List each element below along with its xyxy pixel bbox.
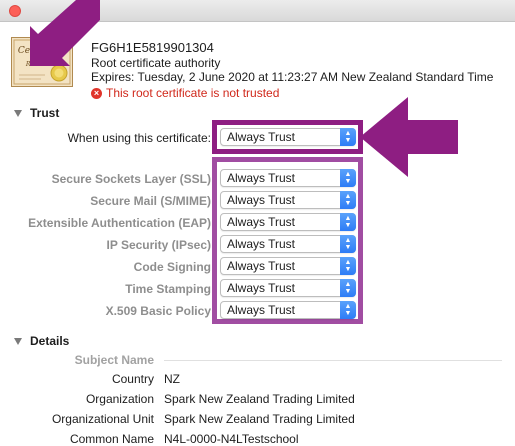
detail-field-label: Common Name bbox=[69, 432, 154, 446]
popup-chevron-icon: ▲ ▼ bbox=[340, 301, 356, 319]
window-titlebar bbox=[0, 0, 515, 22]
detail-field-value: Spark New Zealand Trading Limited bbox=[164, 392, 355, 406]
close-window-button[interactable] bbox=[9, 5, 21, 17]
trust-row-value: Always Trust bbox=[227, 171, 296, 185]
certificate-icon: Certificate Root bbox=[11, 37, 73, 90]
certificate-icon-subtitle: Root bbox=[25, 61, 41, 68]
subject-name-heading: Subject Name bbox=[74, 353, 154, 367]
trust-row-label: Secure Sockets Layer (SSL) bbox=[51, 172, 211, 186]
certificate-icon-title: Certificate bbox=[18, 46, 66, 56]
trust-row-popup[interactable]: Always Trust ▲ ▼ bbox=[220, 257, 356, 275]
trust-row-value: Always Trust bbox=[227, 193, 296, 207]
highlight-box-main bbox=[212, 120, 363, 154]
trust-row-value: Always Trust bbox=[227, 237, 296, 251]
untrusted-warning-text: This root certificate is not trusted bbox=[106, 86, 280, 100]
disclosure-triangle-icon bbox=[14, 337, 22, 345]
popup-chevron-icon: ▲ ▼ bbox=[340, 235, 356, 253]
certificate-expiry: Expires: Tuesday, 2 June 2020 at 11:23:2… bbox=[91, 70, 494, 84]
detail-field-value: NZ bbox=[164, 372, 180, 386]
detail-field-value: Spark New Zealand Trading Limited bbox=[164, 412, 355, 426]
trust-row-value: Always Trust bbox=[227, 281, 296, 295]
popup-chevron-icon: ▲ ▼ bbox=[340, 279, 356, 297]
trust-row-popup[interactable]: Always Trust ▲ ▼ bbox=[220, 235, 356, 253]
when-using-label: When using this certificate: bbox=[67, 131, 211, 145]
trust-row-popup[interactable]: Always Trust ▲ ▼ bbox=[220, 301, 356, 319]
disclosure-triangle-icon bbox=[14, 109, 22, 117]
trust-row-value: Always Trust bbox=[227, 259, 296, 273]
detail-field-label: Organizational Unit bbox=[51, 412, 154, 426]
detail-field-label: Organization bbox=[85, 392, 154, 406]
trust-row-label: Time Stamping bbox=[125, 282, 211, 296]
detail-field-label: Country bbox=[111, 372, 154, 386]
trust-section-title: Trust bbox=[30, 106, 60, 120]
trust-row-label: Extensible Authentication (EAP) bbox=[28, 216, 211, 230]
trust-row-popup[interactable]: Always Trust ▲ ▼ bbox=[220, 191, 356, 209]
popup-chevron-icon: ▲ ▼ bbox=[340, 257, 356, 275]
popup-chevron-icon: ▲ ▼ bbox=[340, 191, 356, 209]
certificate-name: FG6H1E5819901304 bbox=[91, 40, 214, 55]
trust-row-popup[interactable]: Always Trust ▲ ▼ bbox=[220, 213, 356, 231]
trust-row-value: Always Trust bbox=[227, 303, 296, 317]
trust-row-label: Code Signing bbox=[133, 260, 211, 274]
trust-row-label: IP Security (IPsec) bbox=[106, 238, 212, 252]
details-section-toggle[interactable]: Details bbox=[14, 334, 69, 348]
certificate-kind: Root certificate authority bbox=[91, 56, 221, 70]
trust-row-popup[interactable]: Always Trust ▲ ▼ bbox=[220, 169, 356, 187]
popup-chevron-icon: ▲ ▼ bbox=[340, 169, 356, 187]
detail-field-value: N4L-0000-N4LTestschool bbox=[164, 432, 299, 446]
trust-row-label: Secure Mail (S/MIME) bbox=[90, 194, 211, 208]
trust-row-label: X.509 Basic Policy bbox=[105, 304, 211, 318]
annotation-arrow-right bbox=[360, 97, 458, 177]
trust-row-popup[interactable]: Always Trust ▲ ▼ bbox=[220, 279, 356, 297]
untrusted-warning: × This root certificate is not trusted bbox=[91, 86, 279, 100]
details-section-title: Details bbox=[30, 334, 70, 348]
subject-divider bbox=[164, 360, 502, 361]
error-x-icon: × bbox=[91, 87, 102, 99]
trust-row-value: Always Trust bbox=[227, 215, 296, 229]
popup-chevron-icon: ▲ ▼ bbox=[340, 213, 356, 231]
trust-section-toggle[interactable]: Trust bbox=[14, 106, 59, 120]
